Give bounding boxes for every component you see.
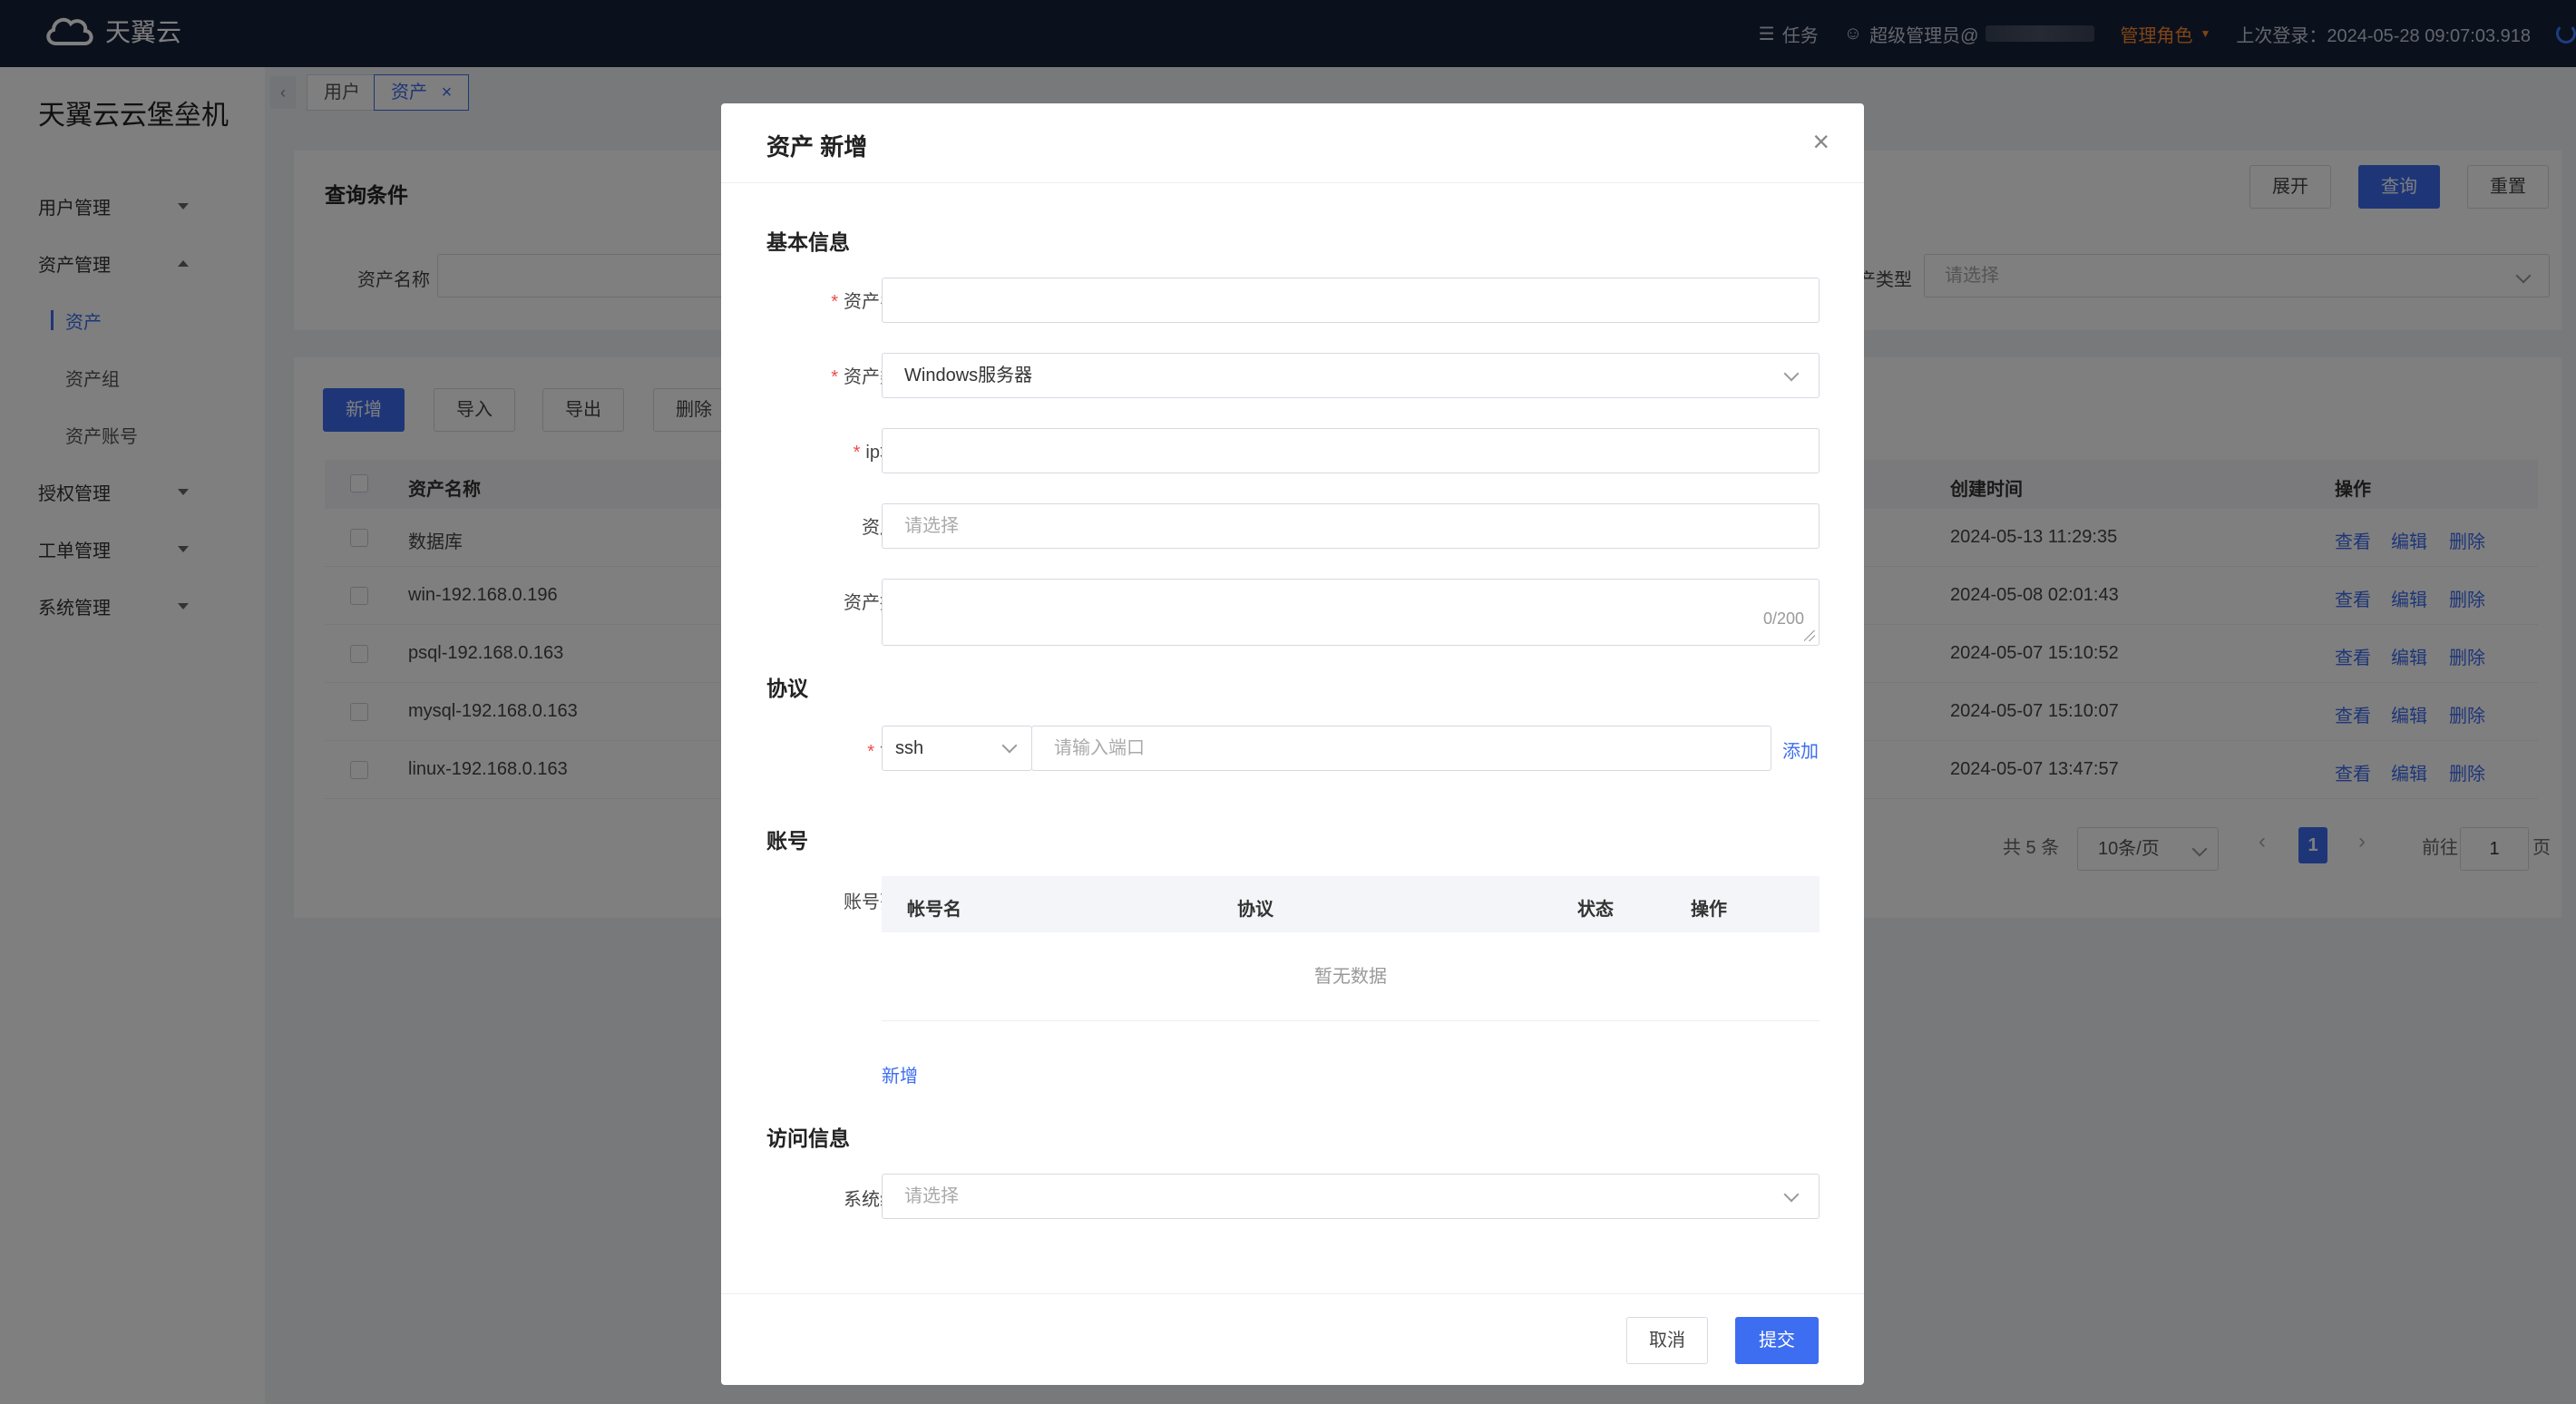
ip-address-input[interactable] <box>882 428 1820 473</box>
dialog-footer-divider <box>721 1293 1864 1294</box>
asset-description-textarea[interactable]: 0/200 <box>882 579 1820 646</box>
column-status: 状态 <box>1577 900 1614 920</box>
asset-name-input[interactable] <box>882 278 1820 323</box>
access-info-section-title: 访问信息 <box>766 1126 850 1150</box>
char-counter: 0/200 <box>1762 609 1804 628</box>
cancel-button[interactable]: 取消 <box>1626 1317 1708 1364</box>
port-input[interactable]: 请输入端口 <box>1031 726 1771 771</box>
dialog-header: 资产 新增 × <box>721 103 1864 183</box>
submit-button[interactable]: 提交 <box>1735 1317 1819 1364</box>
close-icon[interactable]: × <box>1812 127 1830 156</box>
column-protocol: 协议 <box>1237 900 1273 920</box>
add-asset-dialog: 资产 新增 × 基本信息 *资产名称 *资产类型 Windows服务器 *ip地… <box>721 103 1864 1385</box>
asset-type-select[interactable]: Windows服务器 <box>882 353 1820 398</box>
resize-handle-icon[interactable] <box>1804 630 1815 641</box>
dialog-title: 资产 新增 <box>766 133 868 161</box>
basic-info-section-title: 基本信息 <box>766 230 850 254</box>
chevron-down-icon <box>1001 737 1018 754</box>
chevron-down-icon <box>1783 366 1800 382</box>
select-placeholder: 请选择 <box>904 516 959 536</box>
column-actions: 操作 <box>1691 900 1727 920</box>
protocol-select[interactable]: ssh <box>882 726 1032 771</box>
account-table-header: 帐号名 协议 状态 操作 <box>882 876 1820 932</box>
add-account-link[interactable]: 新增 <box>882 1061 918 1087</box>
asset-group-select[interactable]: 请选择 <box>882 503 1820 549</box>
account-section-title: 账号 <box>766 829 808 853</box>
protocol-section-title: 协议 <box>766 677 808 700</box>
empty-state: 暂无数据 <box>882 932 1820 1021</box>
system-code-select[interactable]: 请选择 <box>882 1174 1820 1219</box>
select-value: ssh <box>895 738 924 758</box>
column-account-name: 帐号名 <box>907 900 961 920</box>
input-placeholder: 请输入端口 <box>1054 738 1145 758</box>
chevron-down-icon <box>1783 1186 1800 1203</box>
select-placeholder: 请选择 <box>904 1186 959 1206</box>
select-value: Windows服务器 <box>904 366 1033 385</box>
add-protocol-link[interactable]: 添加 <box>1782 736 1819 763</box>
